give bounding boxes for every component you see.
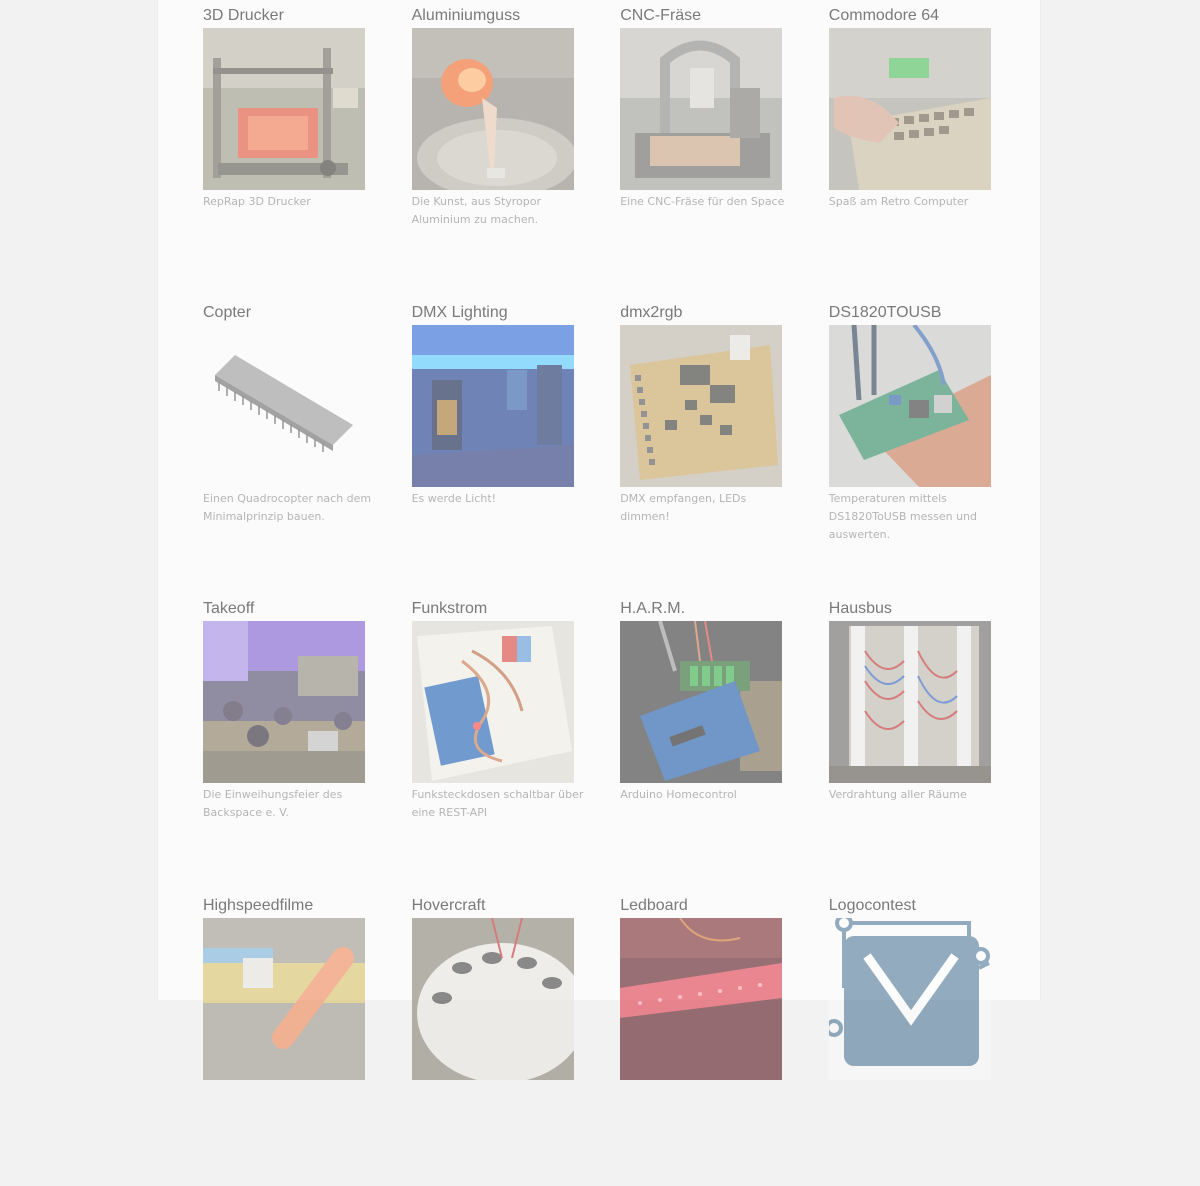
project-description: Funksteckdosen schaltbar über eine REST-… — [412, 786, 584, 822]
project-title[interactable]: Ledboard — [620, 896, 785, 915]
project-card-logocontest[interactable]: Logocontest — [829, 890, 994, 1186]
wiring-panel-photo[interactable] — [829, 621, 991, 783]
project-title[interactable]: DMX Lighting — [412, 303, 577, 322]
project-title[interactable]: dmx2rgb — [620, 303, 785, 322]
commodore-keyboard-photo[interactable] — [829, 28, 991, 190]
project-description: Eine CNC-Fräse für den Space — [620, 193, 792, 211]
project-title[interactable]: Highspeedfilme — [203, 896, 368, 915]
project-description: Die Kunst, aus Styropor Aluminium zu mac… — [412, 193, 584, 229]
project-title[interactable]: Aluminiumguss — [412, 6, 577, 25]
project-description: Spaß am Retro Computer — [829, 193, 1001, 211]
blue-lit-room-photo[interactable] — [412, 325, 574, 487]
project-card-harm[interactable]: H.A.R.M. Arduino Homecontr — [620, 593, 785, 890]
project-description: Es werde Licht! — [412, 490, 584, 508]
project-description: RepRap 3D Drucker — [203, 193, 375, 211]
project-card-highspeedfilme[interactable]: Highspeedfilme — [203, 890, 368, 1186]
project-title[interactable]: Funkstrom — [412, 599, 577, 618]
dip-chip-image[interactable] — [203, 325, 365, 487]
party-room-photo[interactable] — [203, 621, 365, 783]
project-description: Arduino Homecontrol — [620, 786, 792, 804]
project-title[interactable]: 3D Drucker — [203, 6, 368, 25]
project-card-dmx2rgb[interactable]: dmx2rgb — [620, 297, 785, 594]
logo-envelope-icon[interactable] — [829, 918, 991, 1080]
project-title[interactable]: DS1820TOUSB — [829, 303, 994, 322]
project-card-cnc-fraese[interactable]: CNC-Fräse Eine CNC-Fräse für den Space — [620, 0, 785, 297]
project-description: DMX empfangen, LEDs dimmen! — [620, 490, 792, 526]
project-card-ledboard[interactable]: Ledboard — [620, 890, 785, 1186]
usb-sensor-board-photo[interactable] — [829, 325, 991, 487]
project-card-hausbus[interactable]: Hausbus Verdrahtung aller Räume — [829, 593, 994, 890]
ledboard-photo[interactable] — [620, 918, 782, 1080]
project-title[interactable]: Hovercraft — [412, 896, 577, 915]
project-description: Verdrahtung aller Räume — [829, 786, 1001, 804]
arduino-board-photo[interactable] — [620, 621, 782, 783]
project-card-3d-drucker[interactable]: 3D Drucker RepRap 3D Drucker — [203, 0, 368, 297]
led-pcb-photo[interactable] — [620, 325, 782, 487]
cnc-mill-photo[interactable] — [620, 28, 782, 190]
project-card-copter[interactable]: Copter Einen Qua — [203, 297, 368, 594]
project-card-takeoff[interactable]: Takeoff Die Einweihungsfeier des Backspa… — [203, 593, 368, 890]
project-card-funkstrom[interactable]: Funkstrom Funksteckdosen schaltbar über … — [412, 593, 577, 890]
project-title[interactable]: Logocontest — [829, 896, 994, 915]
arduino-box-photo[interactable] — [412, 621, 574, 783]
project-title[interactable]: CNC-Fräse — [620, 6, 785, 25]
hovercraft-photo[interactable] — [412, 918, 574, 1080]
project-description: Einen Quadrocopter nach dem Minimalprinz… — [203, 490, 375, 526]
project-title[interactable]: Copter — [203, 303, 368, 322]
project-card-ds1820tousb[interactable]: DS1820TOUSB Temperaturen mittels DS1820T… — [829, 297, 994, 594]
reprap-printer-photo[interactable] — [203, 28, 365, 190]
project-title[interactable]: Hausbus — [829, 599, 994, 618]
aluminium-casting-photo[interactable] — [412, 28, 574, 190]
project-grid: 3D Drucker RepRap 3D Drucker A — [203, 0, 994, 1186]
project-title[interactable]: H.A.R.M. — [620, 599, 785, 618]
page-container: 3D Drucker RepRap 3D Drucker A — [157, 0, 1041, 1000]
project-card-commodore-64[interactable]: Commodore 64 Spaß am — [829, 0, 994, 297]
project-card-dmx-lighting[interactable]: DMX Lighting Es werde Licht! — [412, 297, 577, 594]
project-description: Temperaturen mittels DS1820ToUSB messen … — [829, 490, 1001, 544]
project-description: Die Einweihungsfeier des Backspace e. V. — [203, 786, 375, 822]
highspeed-film-photo[interactable] — [203, 918, 365, 1080]
project-card-hovercraft[interactable]: Hovercraft — [412, 890, 577, 1186]
project-title[interactable]: Takeoff — [203, 599, 368, 618]
project-card-aluminiumguss[interactable]: Aluminiumguss Die Kunst, aus Styropor Al… — [412, 0, 577, 297]
project-title[interactable]: Commodore 64 — [829, 6, 994, 25]
